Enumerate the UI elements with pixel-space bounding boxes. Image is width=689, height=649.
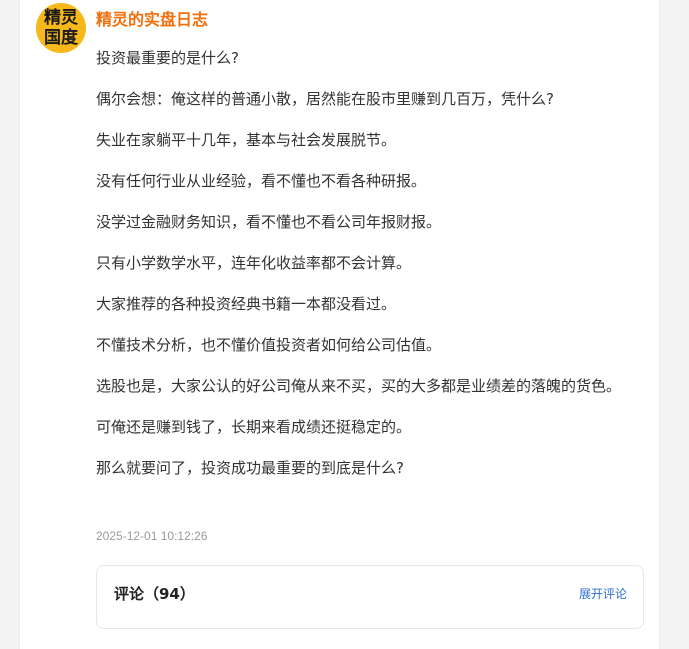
paragraph: 选股也是，大家公认的好公司俺从来不买，买的大多都是业绩差的落魄的货色。 <box>96 377 622 395</box>
paragraph: 可俺还是赚到钱了，长期来看成绩还挺稳定的。 <box>96 418 412 436</box>
paragraph: 那么就要问了，投资成功最重要的到底是什么? <box>96 459 404 477</box>
comments-section: 评论（94） 展开评论 <box>96 565 644 629</box>
paragraph: 偶尔会想：俺这样的普通小散，居然能在股市里赚到几百万，凭什么? <box>96 90 554 108</box>
avatar[interactable]: 精灵 国度 <box>36 3 86 53</box>
post-card: 精灵 国度 精灵的实盘日志 投资最重要的是什么? 偶尔会想：俺这样的普通小散，居… <box>19 0 660 649</box>
avatar-text-bottom: 国度 <box>44 28 78 48</box>
avatar-text-top: 精灵 <box>44 8 78 28</box>
expand-comments-link[interactable]: 展开评论 <box>579 585 627 602</box>
author-name[interactable]: 精灵的实盘日志 <box>96 6 208 30</box>
paragraph: 不懂技术分析，也不懂价值投资者如何给公司估值。 <box>96 336 442 354</box>
post-timestamp: 2025-12-01 10:12:26 <box>96 529 208 543</box>
paragraph: 失业在家躺平十几年，基本与社会发展脱节。 <box>96 131 397 149</box>
paragraph: 投资最重要的是什么? <box>96 49 239 67</box>
paragraph: 没学过金融财务知识，看不懂也不看公司年报财报。 <box>96 213 442 231</box>
paragraph: 大家推荐的各种投资经典书籍一本都没看过。 <box>96 295 397 313</box>
post-content: 投资最重要的是什么? 偶尔会想：俺这样的普通小散，居然能在股市里赚到几百万，凭什… <box>96 48 642 499</box>
comments-title: 评论（94） <box>114 585 195 603</box>
paragraph: 只有小学数学水平，连年化收益率都不会计算。 <box>96 254 412 272</box>
paragraph: 没有任何行业从业经验，看不懂也不看各种研报。 <box>96 172 427 190</box>
